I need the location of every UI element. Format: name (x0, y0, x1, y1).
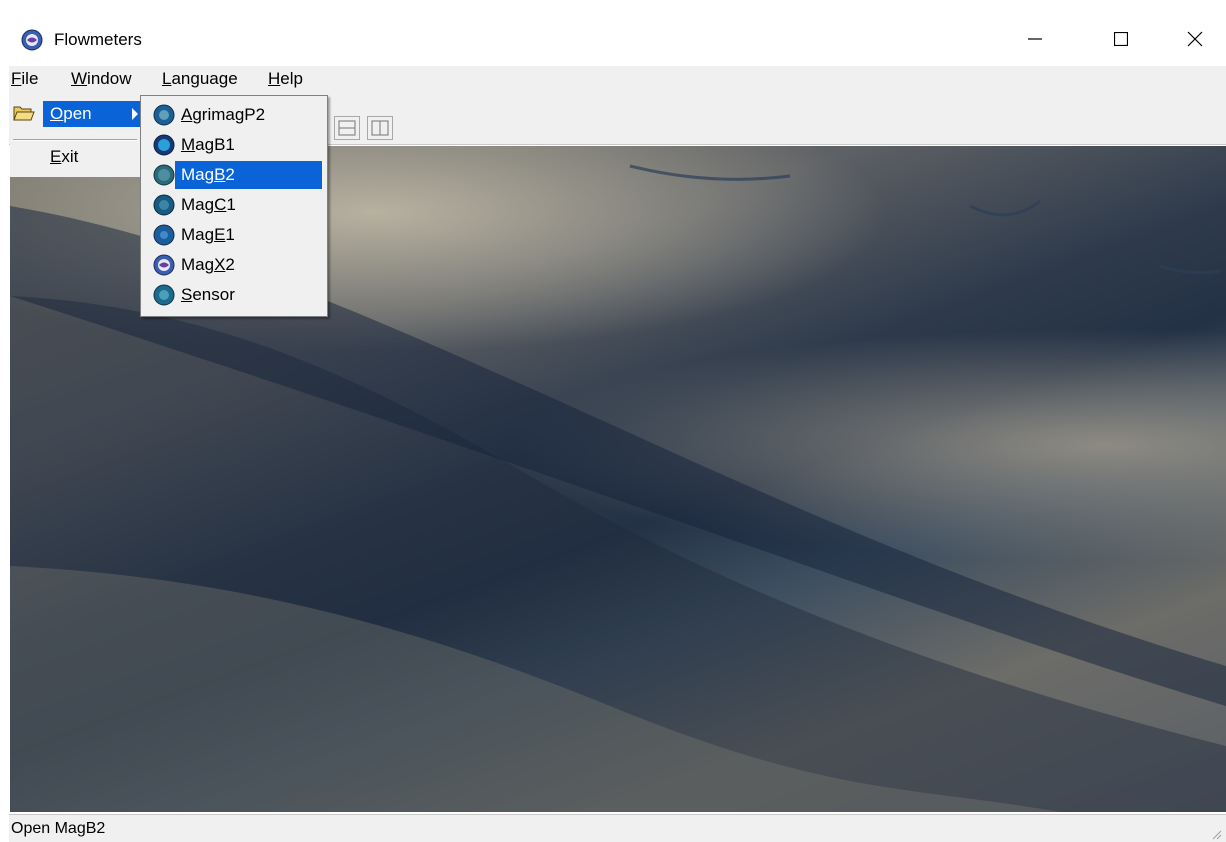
file-menu-exit-text: xit (61, 147, 79, 166)
submenu-item-magb2[interactable]: MagB2 (175, 161, 322, 189)
window-title: Flowmeters (54, 30, 142, 49)
magb1-icon (153, 134, 175, 156)
file-menu-open[interactable]: Open (43, 101, 149, 127)
close-button[interactable] (1166, 18, 1224, 60)
menu-file-mnemonic: F (11, 69, 22, 88)
label-mnemonic: S (181, 285, 193, 304)
menu-language-label: anguage (171, 69, 238, 88)
label-pre: Mag (181, 165, 215, 184)
submenu-label: MagE1 (181, 225, 235, 245)
submenu-item-agrimagp2[interactable]: AgrimagP2 (147, 101, 323, 129)
minimize-icon (1028, 38, 1042, 40)
submenu-item-mage1[interactable]: MagE1 (147, 221, 323, 249)
label-mnemonic: B (214, 165, 226, 184)
minimize-button[interactable] (1006, 18, 1064, 60)
submenu-arrow-icon (132, 108, 138, 120)
maximize-icon (1114, 32, 1128, 46)
menu-window-label: indow (87, 69, 132, 88)
menu-help-mnemonic: H (268, 69, 281, 88)
file-menu-exit[interactable]: Exit (50, 147, 78, 167)
label-mnemonic: X (214, 255, 226, 274)
agrimag-icon (153, 104, 175, 126)
label-post: 1 (226, 195, 236, 214)
label-pre: Mag (181, 195, 215, 214)
menu-bar: File Window Language Help (9, 66, 1226, 94)
submenu-item-magx2[interactable]: MagX2 (147, 251, 323, 279)
menu-file[interactable]: File (9, 69, 40, 89)
tile-vertical-button[interactable] (367, 116, 393, 140)
label-post: 1 (225, 225, 235, 244)
file-menu-dropdown: Open Exit (10, 95, 149, 177)
submenu-label: MagB1 (181, 135, 235, 155)
magb2-icon (153, 164, 175, 186)
submenu-label: MagX2 (181, 255, 235, 275)
menu-separator (13, 139, 137, 141)
label-mnemonic: C (214, 195, 227, 214)
flowmeter-app-icon (21, 29, 43, 51)
status-text: Open MagB2 (11, 820, 106, 837)
label-mnemonic: A (181, 105, 193, 124)
label-pre: Mag (181, 225, 215, 244)
label-post: grimagP2 (192, 105, 266, 124)
open-folder-icon (13, 106, 35, 121)
magx2-icon (153, 254, 175, 276)
tile-horizontal-button[interactable] (334, 116, 360, 140)
label-post: 2 (225, 165, 235, 184)
menu-window-mnemonic: W (71, 69, 88, 88)
menu-file-label: ile (21, 69, 39, 88)
close-icon (1187, 31, 1203, 47)
resize-grip-icon[interactable] (1210, 828, 1222, 840)
label-post: ensor (192, 285, 235, 304)
title-bar: Flowmeters (0, 0, 1226, 64)
magc1-icon (153, 194, 175, 216)
mage1-icon (153, 224, 175, 246)
menu-language[interactable]: Language (160, 69, 240, 89)
submenu-label: MagC1 (181, 195, 236, 215)
tile-horizontal-icon (338, 120, 356, 136)
submenu-label: MagB2 (181, 165, 235, 185)
open-submenu: AgrimagP2 MagB1 MagB2 MagC1 MagE1 MagX2 … (140, 95, 328, 317)
submenu-item-magc1[interactable]: MagC1 (147, 191, 323, 219)
file-menu-open-label: Open (50, 104, 92, 124)
submenu-item-magb1[interactable]: MagB1 (147, 131, 323, 159)
submenu-item-sensor[interactable]: Sensor (147, 281, 323, 309)
label-post: agB1 (195, 135, 235, 154)
maximize-button[interactable] (1092, 18, 1150, 60)
file-menu-open-mnemonic: O (50, 104, 64, 123)
status-bar: Open MagB2 (9, 814, 1226, 842)
sensor-icon (153, 284, 175, 306)
file-menu-open-text: pen (63, 104, 92, 123)
menu-help-label: elp (280, 69, 303, 88)
label-mnemonic: M (181, 135, 196, 154)
file-menu-exit-mnemonic: E (50, 147, 62, 166)
submenu-label: AgrimagP2 (181, 105, 265, 125)
label-post: 2 (225, 255, 235, 274)
menu-help[interactable]: Help (266, 69, 305, 89)
label-mnemonic: E (214, 225, 226, 244)
menu-window[interactable]: Window (69, 69, 133, 89)
label-pre: Mag (181, 255, 215, 274)
tile-vertical-icon (371, 120, 389, 136)
submenu-label: Sensor (181, 285, 235, 305)
